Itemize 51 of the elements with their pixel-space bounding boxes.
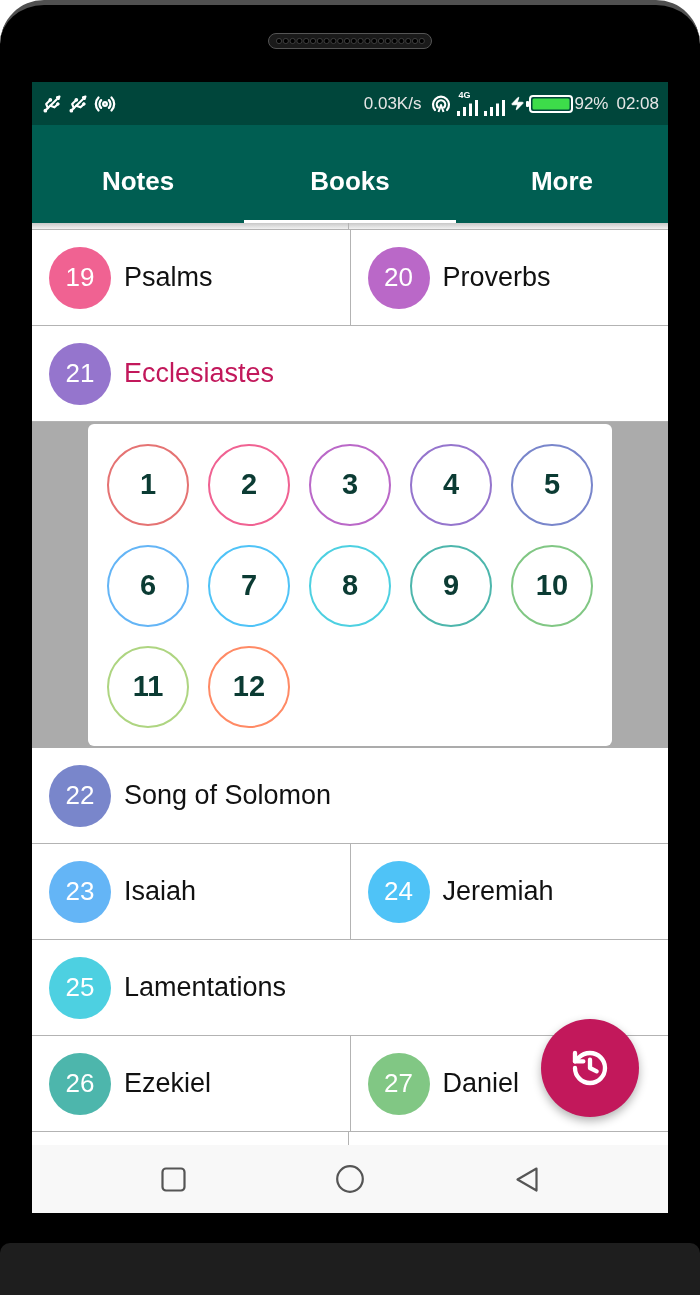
chapter-button[interactable]: 11 — [107, 646, 189, 728]
signal-icon — [457, 100, 480, 116]
book-number-badge: 24 — [367, 860, 430, 923]
back-icon — [515, 1165, 539, 1193]
book-number-badge: 21 — [49, 342, 111, 405]
book-name: Song of Solomon — [124, 779, 332, 813]
charging-bolt-icon — [510, 96, 526, 111]
network-type: 4G — [458, 91, 471, 100]
book-name: Ezekiel — [124, 1067, 212, 1101]
book-name: Proverbs — [442, 261, 551, 295]
history-icon — [570, 1048, 610, 1088]
circle-icon — [336, 1165, 364, 1193]
chapter-button[interactable]: 8 — [309, 545, 391, 627]
book-number-badge: 26 — [49, 1052, 111, 1115]
chapter-button[interactable]: 4 — [410, 444, 492, 526]
battery-percent: 92% — [574, 95, 609, 112]
book-number-badge: 22 — [49, 764, 111, 827]
chapter-button[interactable]: 12 — [208, 646, 290, 728]
chapter-button[interactable]: 3 — [309, 444, 391, 526]
network-speed: 0.03K/s — [363, 95, 422, 112]
book-number-badge: 20 — [367, 246, 430, 309]
chapter-button[interactable]: 2 — [208, 444, 290, 526]
home-button[interactable] — [336, 1165, 364, 1193]
book-number-badge: 27 — [367, 1052, 430, 1115]
chapter-button[interactable]: 7 — [208, 545, 290, 627]
speaker-grille-icon — [268, 33, 432, 49]
book-name: Lamentations — [124, 971, 287, 1005]
chapter-button[interactable]: 5 — [511, 444, 593, 526]
chapter-button[interactable]: 1 — [107, 444, 189, 526]
chapter-button[interactable]: 10 — [511, 545, 593, 627]
tab[interactable]: More — [456, 125, 668, 223]
square-icon — [160, 1166, 186, 1192]
book-name: Daniel — [442, 1067, 520, 1101]
book-name: Psalms — [124, 261, 213, 295]
tab[interactable]: Notes — [32, 125, 244, 223]
recent-apps-button[interactable] — [159, 1165, 187, 1193]
chapter-button[interactable]: 6 — [107, 545, 189, 627]
signal-icon — [484, 100, 507, 116]
usb-icon — [42, 93, 62, 114]
clock-time: 02:08 — [616, 95, 659, 112]
chapter-button[interactable]: 9 — [410, 545, 492, 627]
book-number-badge: 19 — [49, 246, 111, 309]
hotspot-icon — [431, 93, 452, 114]
usb-icon — [68, 93, 88, 114]
book-number-badge: 23 — [49, 860, 111, 923]
book-name: Ecclesiastes — [124, 357, 275, 391]
book-name: Jeremiah — [442, 875, 554, 909]
book-name: Isaiah — [124, 875, 197, 909]
back-button[interactable] — [513, 1165, 541, 1193]
book-number-badge: 25 — [49, 956, 111, 1019]
battery-icon — [526, 94, 574, 113]
